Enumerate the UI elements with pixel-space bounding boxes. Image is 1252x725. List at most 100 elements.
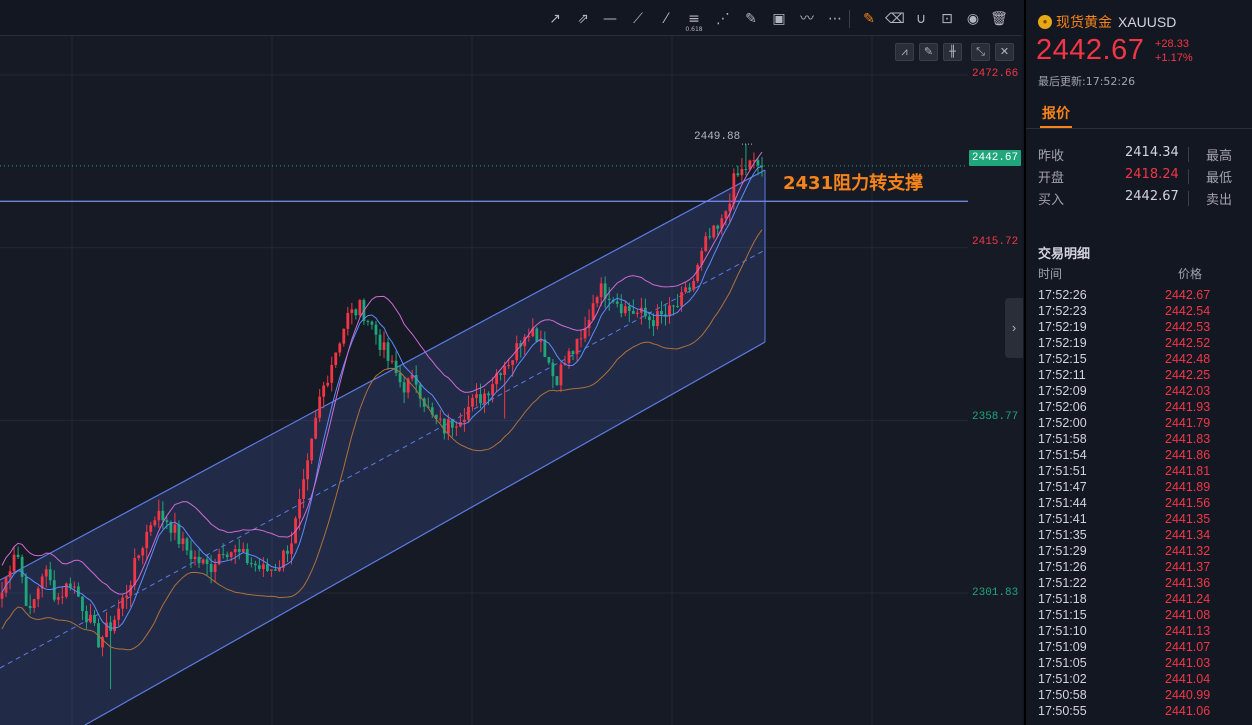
candle-body	[193, 556, 197, 560]
trade-row: 17:51:10 2441.13	[1038, 624, 1238, 640]
candle-body	[378, 334, 382, 350]
eye-icon[interactable]: ◉	[963, 9, 983, 29]
trade-time: 17:51:44	[1038, 496, 1087, 510]
trade-time: 17:52:23	[1038, 304, 1087, 318]
trade-row: 17:51:58 2441.83	[1038, 432, 1238, 448]
symbol-header[interactable]: ● 现货黄金 XAUUSD	[1038, 13, 1176, 31]
candle-body	[635, 312, 639, 314]
candle-body	[161, 510, 165, 521]
trade-time: 17:51:02	[1038, 672, 1087, 686]
trade-row: 17:52:06 2441.93	[1038, 400, 1238, 416]
trade-row: 17:52:23 2442.54	[1038, 304, 1238, 320]
pencil-icon[interactable]: ✎	[919, 43, 938, 61]
chart-area[interactable]: ↗ ⇗ — ⟋ ⁄ ≡ 0.618 ⋰ ✎ ▣ 〰 ⋯ ✎ ⌫ ∪ ⊡ ◉ 🗑 ⩘ ✎ ╫ ⤡ ✕ 2472.66 2415…	[0, 0, 1023, 725]
candle-body	[446, 419, 450, 434]
quote-row: 昨收 2414.34 最高	[1038, 145, 1248, 164]
lock-icon[interactable]: ⊡	[937, 9, 957, 29]
candle-body	[398, 373, 402, 383]
trade-time: 17:51:22	[1038, 576, 1087, 590]
candle-body	[346, 312, 350, 329]
candle-body	[499, 373, 503, 376]
candle-body	[310, 438, 314, 461]
horizontal-line-icon[interactable]: —	[600, 9, 620, 29]
candle-body	[627, 306, 631, 311]
candle-body	[265, 564, 269, 571]
candle-body	[290, 543, 293, 554]
candle-body	[261, 564, 265, 569]
price-axis-tick-label: 2472.66	[972, 68, 1019, 80]
ray-icon[interactable]: ↗	[545, 9, 565, 29]
image-icon[interactable]: ▣	[769, 9, 789, 29]
price-chart[interactable]	[0, 0, 968, 725]
candle-body	[24, 576, 28, 606]
candle-body	[12, 554, 16, 572]
trade-row: 17:51:15 2441.08	[1038, 608, 1238, 624]
trade-price: 2441.32	[1165, 544, 1211, 558]
close-icon[interactable]: ✕	[995, 43, 1014, 61]
trade-row: 17:52:15 2442.48	[1038, 352, 1238, 368]
trades-title: 交易明细	[1038, 247, 1091, 262]
more-icon[interactable]: ⋯	[825, 9, 845, 29]
candle-body	[463, 419, 466, 423]
candle-body	[298, 498, 301, 519]
eraser-icon[interactable]: ⌫	[885, 9, 905, 29]
trade-row: 17:51:29 2441.32	[1038, 544, 1238, 560]
candle-body	[52, 580, 56, 600]
trade-price: 2441.13	[1165, 624, 1211, 638]
trade-price: 2441.03	[1165, 656, 1211, 670]
candle-type-icon[interactable]: ╫	[943, 43, 962, 61]
tab-quote[interactable]: 报价	[1042, 103, 1070, 123]
trade-row: 17:51:05 2441.03	[1038, 656, 1238, 672]
indicator-icon[interactable]: ⩘	[895, 43, 914, 61]
fib-fan-icon[interactable]: ⋰	[713, 9, 733, 29]
candle-body	[370, 321, 374, 325]
candle-body	[680, 292, 683, 307]
trade-price: 2441.83	[1165, 432, 1211, 446]
trade-price: 2442.54	[1165, 304, 1211, 318]
trade-time: 17:51:58	[1038, 432, 1087, 446]
support-annotation[interactable]: 2431阻力转支撑	[783, 169, 923, 195]
magnet-icon[interactable]: ∪	[911, 9, 931, 29]
trade-price: 2442.52	[1165, 336, 1211, 350]
brush-icon[interactable]: ✎	[741, 9, 761, 29]
candle-body	[145, 531, 149, 549]
trade-time: 17:51:10	[1038, 624, 1087, 638]
candle-body	[732, 173, 736, 204]
trade-row: 17:52:09 2442.03	[1038, 384, 1238, 400]
trend-line-icon[interactable]: ⟋	[628, 9, 648, 29]
candle-body	[330, 365, 334, 383]
candle-body	[334, 352, 338, 366]
candle-body	[615, 301, 619, 304]
fib-retracement-icon[interactable]: ≡ 0.618	[684, 9, 704, 33]
candle-body	[648, 316, 651, 321]
collapse-panel-button[interactable]: ›	[1005, 298, 1023, 358]
arrow-icon[interactable]: ⇗	[573, 9, 593, 29]
candle-body	[237, 549, 241, 552]
price-axis-tick-label: 2301.83	[972, 587, 1019, 599]
trade-price: 2440.99	[1165, 688, 1211, 702]
candle-body	[16, 554, 20, 557]
quote-label: 最低	[1206, 171, 1233, 186]
candle-body	[56, 597, 60, 600]
edit-active-icon[interactable]: ✎	[859, 9, 879, 29]
candle-body	[756, 160, 760, 166]
symbol-name: 现货黄金	[1056, 15, 1112, 31]
candle-body	[374, 324, 378, 335]
price-axis-tick-label: 2415.72	[972, 236, 1019, 248]
candle-body	[656, 311, 659, 327]
quote-label: 卖出	[1206, 193, 1233, 208]
trash-icon[interactable]: 🗑	[989, 9, 1009, 29]
candle-body	[117, 608, 121, 620]
extended-line-icon[interactable]: ⁄	[656, 9, 676, 29]
candle-body	[551, 362, 555, 377]
candle-body	[591, 303, 595, 320]
candle-body	[197, 556, 201, 564]
candle-body	[623, 306, 627, 314]
trade-time: 17:51:26	[1038, 560, 1087, 574]
trade-time: 17:51:29	[1038, 544, 1087, 558]
path-icon[interactable]: 〰	[797, 9, 817, 29]
fullscreen-icon[interactable]: ⤡	[971, 43, 990, 61]
quote-row: 开盘 2418.24 最低	[1038, 167, 1248, 186]
candle-body	[712, 225, 716, 238]
candle-body	[692, 280, 696, 290]
